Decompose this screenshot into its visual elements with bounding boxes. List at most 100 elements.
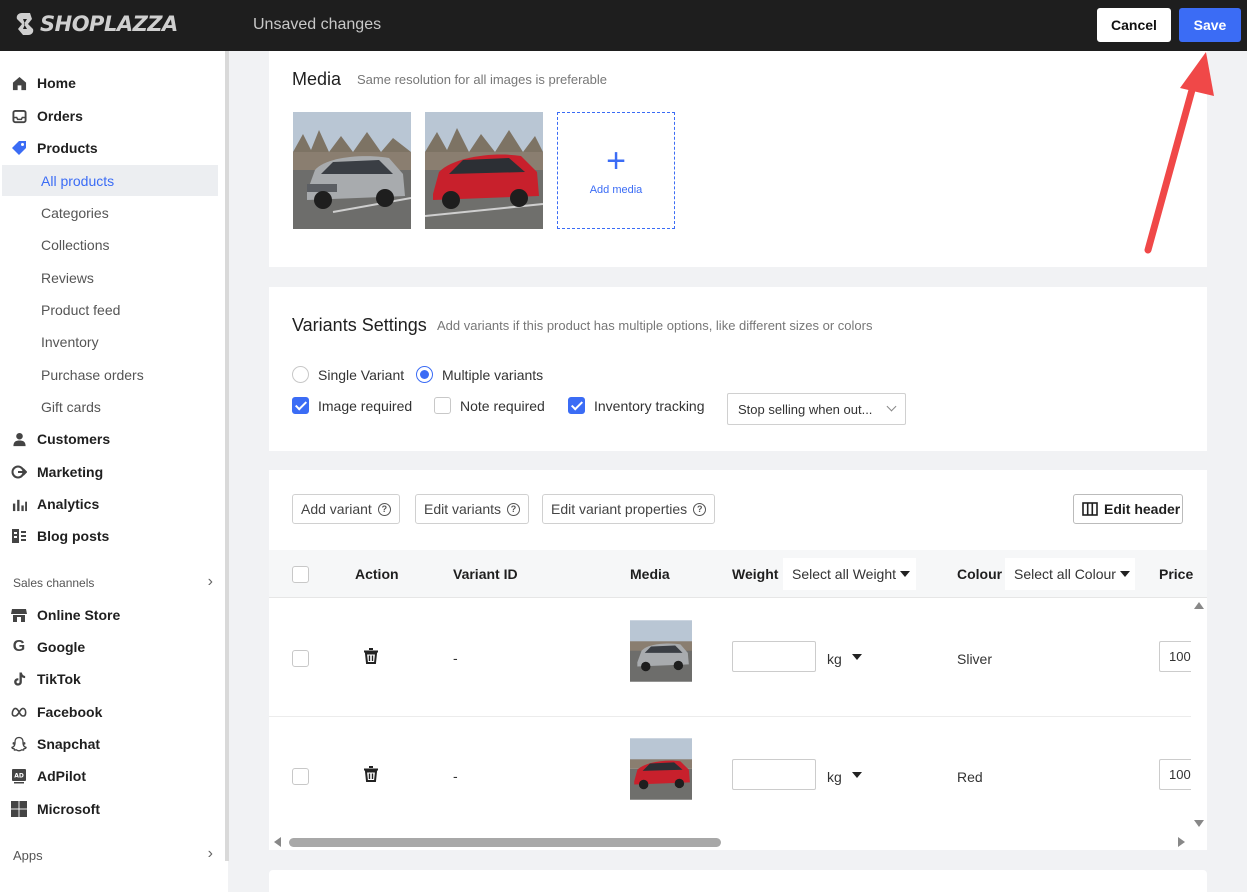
add-variant-button[interactable]: Add variant ? — [292, 494, 400, 524]
colour-cell: Sliver — [957, 651, 993, 667]
sidebar-channel-google[interactable]: G Google — [0, 631, 218, 663]
variant-id-cell: - — [453, 650, 458, 666]
sidebar-item-products[interactable]: Products — [0, 132, 218, 164]
note-required-checkbox[interactable] — [434, 397, 451, 414]
scroll-down-arrow-icon[interactable] — [1194, 820, 1204, 827]
note-required-label: Note required — [460, 398, 545, 414]
select-all-weight-dropdown[interactable]: Select all Weight — [783, 558, 916, 590]
sidebar-channel-microsoft[interactable]: Microsoft — [0, 793, 218, 825]
weight-input[interactable] — [732, 641, 816, 672]
edit-header-button[interactable]: Edit header — [1073, 494, 1183, 524]
image-required-checkbox[interactable] — [292, 397, 309, 414]
inventory-tracking-label: Inventory tracking — [594, 398, 705, 414]
snapchat-icon — [11, 736, 27, 752]
sidebar-item-orders[interactable]: Orders — [0, 100, 218, 132]
single-variant-radio[interactable] — [292, 366, 309, 383]
trash-icon[interactable] — [364, 648, 378, 664]
bar-chart-icon — [11, 496, 27, 512]
inventory-tracking-checkbox[interactable] — [568, 397, 585, 414]
sidebar-channel-tiktok[interactable]: TikTok — [0, 663, 218, 695]
google-icon: G — [12, 638, 26, 655]
sidebar-sub-all-products[interactable]: All products — [2, 165, 218, 196]
sidebar-item-home[interactable]: Home — [0, 67, 218, 99]
variant-media-thumbnail[interactable] — [630, 738, 692, 800]
horizontal-scroll-thumb[interactable] — [289, 838, 721, 847]
scroll-up-arrow-icon[interactable] — [1194, 602, 1204, 609]
table-header: Action Variant ID Media Weight Select al… — [269, 550, 1207, 598]
media-subtitle: Same resolution for all images is prefer… — [357, 72, 608, 87]
tag-icon — [11, 140, 27, 156]
sidebar-channel-facebook[interactable]: Facebook — [0, 696, 218, 728]
edit-variants-button[interactable]: Edit variants ? — [415, 494, 530, 524]
chevron-right-icon: › — [207, 573, 213, 590]
weight-unit-select[interactable]: kg — [827, 651, 842, 667]
sidebar-channel-adpilot[interactable]: AD AdPilot — [0, 760, 218, 792]
logo-text: SHOPLAZZA — [40, 12, 178, 36]
sidebar-sub-gift-cards[interactable]: Gift cards — [2, 391, 218, 422]
table-vertical-scrollbar[interactable] — [1191, 598, 1207, 834]
edit-variant-properties-button[interactable]: Edit variant properties ? — [542, 494, 716, 524]
sidebar-sub-inventory[interactable]: Inventory — [2, 326, 218, 357]
variant-media-thumbnail[interactable] — [630, 620, 692, 682]
inbox-icon — [11, 108, 27, 124]
person-icon — [11, 431, 27, 447]
header-colour: Colour — [957, 566, 1003, 582]
sidebar-channel-online-store[interactable]: Online Store — [0, 599, 218, 631]
microsoft-icon — [11, 801, 27, 817]
weight-unit-select[interactable]: kg — [827, 769, 842, 785]
sidebar-item-analytics[interactable]: Analytics — [0, 488, 218, 520]
sidebar-channel-snapchat[interactable]: Snapchat — [0, 728, 218, 760]
apps-header[interactable]: Apps › — [13, 845, 213, 864]
sidebar-sub-purchase-orders[interactable]: Purchase orders — [2, 359, 218, 390]
cancel-button[interactable]: Cancel — [1097, 8, 1171, 42]
chevron-down-icon — [886, 401, 897, 412]
scroll-right-arrow-icon[interactable] — [1178, 837, 1185, 847]
variants-settings-subtitle: Add variants if this product has multipl… — [437, 318, 873, 333]
next-card — [269, 870, 1207, 892]
media-thumbnail-red-van[interactable] — [425, 112, 543, 229]
sidebar-item-customers[interactable]: Customers — [0, 423, 218, 455]
annotation-arrow-icon — [1144, 52, 1214, 254]
home-icon — [11, 75, 27, 91]
row-checkbox[interactable] — [292, 650, 309, 667]
shoplazza-logo-icon — [16, 13, 34, 35]
multiple-variants-radio[interactable] — [416, 366, 433, 383]
sales-channels-header[interactable]: Sales channels › — [13, 573, 213, 591]
sidebar-sub-product-feed[interactable]: Product feed — [2, 294, 218, 325]
variant-id-cell: - — [453, 768, 458, 784]
chevron-right-icon: › — [207, 845, 213, 862]
colour-cell: Red — [957, 769, 983, 785]
sidebar-sub-reviews[interactable]: Reviews — [2, 262, 218, 293]
table-horizontal-scrollbar[interactable] — [269, 834, 1193, 850]
sidebar-sub-categories[interactable]: Categories — [2, 197, 218, 228]
media-thumbnail-silver-van[interactable] — [293, 112, 411, 229]
variants-settings-title: Variants Settings — [292, 315, 427, 335]
sidebar-scrollbar[interactable] — [225, 51, 229, 861]
select-all-colour-dropdown[interactable]: Select all Colour — [1005, 558, 1135, 590]
row-checkbox[interactable] — [292, 768, 309, 785]
unsaved-changes-label: Unsaved changes — [253, 16, 382, 33]
svg-text:AD: AD — [14, 773, 24, 780]
sidebar-item-blog-posts[interactable]: Blog posts — [0, 520, 218, 552]
tiktok-icon — [11, 671, 27, 687]
out-of-stock-policy-select[interactable]: Stop selling when out... — [727, 393, 906, 425]
caret-down-icon — [1119, 571, 1130, 577]
save-button[interactable]: Save — [1179, 8, 1241, 42]
multiple-variants-label: Multiple variants — [442, 367, 544, 383]
plus-icon: + — [606, 141, 626, 180]
trash-icon[interactable] — [364, 766, 378, 782]
scroll-left-arrow-icon[interactable] — [274, 837, 281, 847]
select-all-checkbox[interactable] — [292, 566, 309, 583]
weight-input[interactable] — [732, 759, 816, 790]
add-media-button[interactable]: + Add media — [557, 112, 675, 229]
caret-down-icon[interactable] — [852, 772, 862, 778]
caret-down-icon[interactable] — [852, 654, 862, 660]
table-row: - kg Red 100 — [269, 717, 1199, 835]
image-required-label: Image required — [318, 398, 413, 414]
header-variant-id: Variant ID — [453, 566, 518, 582]
table-row: - kg Sliver 100 — [269, 599, 1199, 717]
sidebar-item-marketing[interactable]: Marketing — [0, 456, 218, 488]
header-media: Media — [630, 566, 670, 582]
megaphone-icon — [11, 464, 27, 480]
sidebar-sub-collections[interactable]: Collections — [2, 229, 218, 260]
